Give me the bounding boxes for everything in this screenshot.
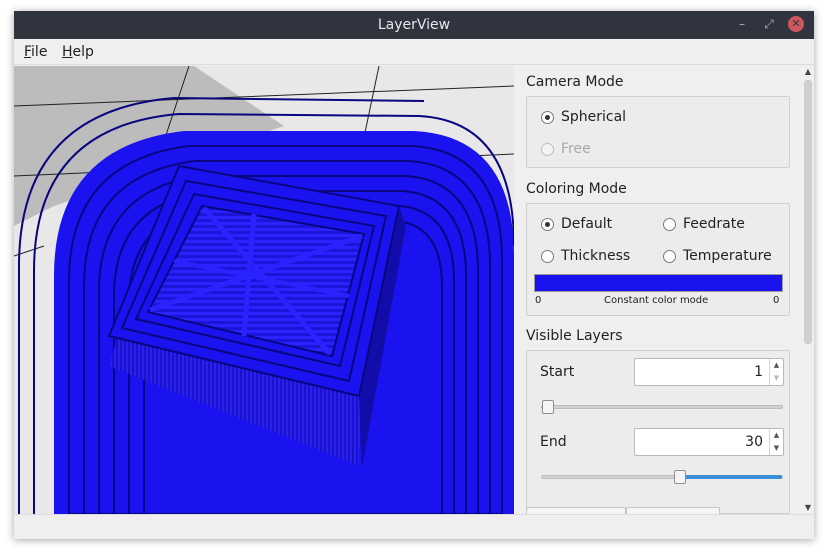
radio-spherical[interactable]: Spherical: [541, 109, 626, 125]
radio-free[interactable]: Free: [541, 141, 591, 157]
maximize-icon[interactable]: ⤢: [761, 16, 777, 32]
close-icon[interactable]: ✕: [788, 16, 804, 32]
start-label: Start: [540, 364, 575, 380]
radio-spherical-label: Spherical: [561, 109, 627, 125]
hidden-tab-1[interactable]: [526, 507, 626, 514]
start-slider-handle[interactable]: [542, 400, 554, 414]
radio-feedrate-indicator: [663, 217, 676, 231]
minimize-icon[interactable]: –: [734, 16, 750, 32]
color-scale-max: 0: [773, 295, 780, 306]
radio-default-indicator: [541, 217, 554, 231]
menu-help-mnemonic: H: [62, 44, 73, 60]
menu-help-label: elp: [72, 44, 94, 60]
hidden-tab-2[interactable]: [626, 507, 720, 514]
chevron-up-icon[interactable]: ▲: [770, 429, 783, 442]
menu-file-label: ile: [31, 44, 48, 60]
panel-scrollbar[interactable]: ▲ ▼: [802, 66, 814, 514]
end-slider-fill: [680, 475, 782, 479]
radio-spherical-indicator: [541, 110, 554, 124]
radio-temperature-label: Temperature: [683, 248, 772, 264]
chevron-down-icon[interactable]: ▼: [770, 372, 783, 385]
menu-bar: File Help: [14, 39, 814, 65]
end-slider[interactable]: [541, 470, 783, 484]
visible-layers-group: Start 1 ▲ ▼ End 30 ▲ ▼: [526, 350, 790, 514]
camera-mode-title: Camera Mode: [526, 74, 624, 90]
title-bar[interactable]: LayerView – ⤢ ✕: [14, 11, 814, 39]
radio-free-label: Free: [561, 141, 591, 157]
start-spinbox[interactable]: 1 ▲ ▼: [634, 358, 784, 386]
chevron-up-icon[interactable]: ▲: [770, 359, 783, 372]
radio-default[interactable]: Default: [541, 216, 612, 232]
app-window: LayerView – ⤢ ✕ File Help Camera Mode Sp…: [14, 11, 814, 539]
radio-thickness[interactable]: Thickness: [541, 248, 630, 264]
color-scale-caption: Constant color mode: [604, 295, 709, 306]
color-scale-min: 0: [535, 295, 542, 306]
layer-render: [14, 66, 514, 514]
coloring-mode-group: Default Feedrate Thickness Temperature 0…: [526, 203, 790, 316]
start-stepper[interactable]: ▲ ▼: [769, 359, 783, 385]
scroll-down-icon[interactable]: ▼: [802, 502, 814, 514]
color-scale-bar: [534, 274, 783, 292]
camera-mode-group: Spherical Free: [526, 96, 790, 168]
end-label: End: [540, 434, 567, 450]
radio-free-indicator: [541, 142, 554, 156]
3d-viewport[interactable]: [14, 66, 514, 514]
window-title: LayerView: [377, 17, 451, 33]
menu-file-mnemonic: F: [24, 44, 32, 60]
radio-temperature-indicator: [663, 249, 676, 263]
scroll-thumb[interactable]: [804, 80, 812, 344]
settings-panel: Camera Mode Spherical Free Coloring Mode…: [518, 66, 804, 514]
chevron-down-icon[interactable]: ▼: [770, 442, 783, 455]
coloring-mode-title: Coloring Mode: [526, 181, 627, 197]
end-value: 30: [745, 434, 763, 450]
status-bar: [14, 514, 814, 539]
radio-temperature[interactable]: Temperature: [663, 248, 772, 264]
radio-feedrate-label: Feedrate: [683, 216, 745, 232]
radio-thickness-indicator: [541, 249, 554, 263]
radio-feedrate[interactable]: Feedrate: [663, 216, 745, 232]
start-slider[interactable]: [541, 400, 783, 414]
menu-file[interactable]: File: [24, 44, 47, 60]
end-stepper[interactable]: ▲ ▼: [769, 429, 783, 455]
start-value: 1: [754, 364, 763, 380]
end-spinbox[interactable]: 30 ▲ ▼: [634, 428, 784, 456]
menu-help[interactable]: Help: [62, 44, 94, 60]
end-slider-handle[interactable]: [674, 470, 686, 484]
radio-thickness-label: Thickness: [561, 248, 631, 264]
visible-layers-title: Visible Layers: [526, 328, 623, 344]
scroll-up-icon[interactable]: ▲: [802, 66, 814, 78]
radio-default-label: Default: [561, 216, 613, 232]
